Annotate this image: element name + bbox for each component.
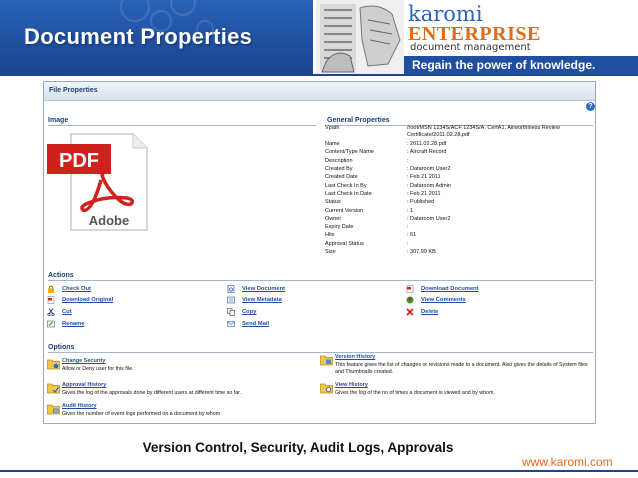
- property-row: Status: Published: [325, 199, 435, 206]
- comments-icon: [406, 296, 414, 304]
- property-row: Current Version: 1: [325, 207, 414, 214]
- property-row: Owner: Dataroom User2: [325, 215, 451, 222]
- rename-icon: [47, 320, 55, 328]
- copy-link[interactable]: Copy: [242, 309, 257, 315]
- download-original-action[interactable]: Download Original: [47, 295, 113, 305]
- document-view-icon: [227, 285, 235, 293]
- help-icon[interactable]: ?: [586, 102, 595, 111]
- footer-bar: [0, 472, 638, 478]
- rename-action[interactable]: Rename: [47, 319, 85, 329]
- actions-rule: [48, 280, 593, 281]
- property-row: Name: 2011.02.28.pdf: [325, 141, 447, 148]
- view-history-link[interactable]: View History: [335, 382, 368, 388]
- file-properties-panel: File Properties ? Image PDF Adobe Genera…: [43, 81, 596, 424]
- cut-link[interactable]: Cut: [62, 309, 72, 315]
- check-out-link[interactable]: Check Out: [62, 286, 91, 292]
- copy-icon: [227, 308, 235, 316]
- approval-folder-icon: [47, 382, 60, 394]
- view-history-option: View History Gives the log of the no of …: [320, 382, 592, 402]
- karomi-logo: karomi ENTERPRISE document management Re…: [404, 0, 638, 74]
- property-row: Approval Status:: [325, 240, 409, 247]
- property-row: Last Check In By: Dataroom Admin: [325, 182, 452, 189]
- mail-icon: [227, 320, 235, 328]
- version-folder-icon: [320, 354, 333, 366]
- image-section-rule: [48, 125, 316, 126]
- audit-history-option: Audit History Gives the number of event …: [47, 403, 317, 423]
- options-title: Options: [48, 344, 75, 351]
- version-history-option: Version History This feature gives the l…: [320, 354, 592, 378]
- brand-subtitle: document management: [410, 42, 531, 53]
- image-section-title: Image: [48, 117, 69, 124]
- view-document-action[interactable]: View Document: [227, 284, 285, 294]
- property-row: Description:: [325, 157, 409, 164]
- view-comments-link[interactable]: View Comments: [421, 297, 466, 303]
- slide-title: Document Properties: [24, 24, 253, 49]
- pdf-original-icon: [47, 296, 55, 304]
- approval-history-option: Approval History Gives the log of the ap…: [47, 382, 317, 402]
- general-properties-title: General Properties: [327, 117, 390, 124]
- send-mail-link[interactable]: Send Mail: [242, 321, 269, 327]
- cut-action[interactable]: Cut: [47, 307, 72, 317]
- property-row: Hits: 61: [325, 232, 417, 239]
- rename-link[interactable]: Rename: [62, 321, 85, 327]
- footer-url[interactable]: www.karomi.com: [522, 455, 613, 469]
- version-history-desc: This feature gives the list of changes o…: [335, 362, 588, 375]
- send-mail-action[interactable]: Send Mail: [227, 319, 269, 329]
- panel-header: File Properties: [44, 82, 595, 101]
- download-document-action[interactable]: Download Document: [406, 284, 479, 294]
- change-security-option: Change Security Allow or Deny user for t…: [47, 358, 317, 378]
- view-document-link[interactable]: View Document: [242, 286, 285, 292]
- delete-link[interactable]: Delete: [421, 309, 438, 315]
- scissors-icon: [47, 308, 55, 317]
- metadata-icon: [227, 296, 235, 304]
- property-row: Expiry Date:: [325, 224, 409, 231]
- properties-table: Vpath/root/MSN 1234S/ACF 1234S/A. CertA1…: [325, 125, 595, 257]
- view-metadata-action[interactable]: View Metadata: [227, 295, 282, 305]
- change-security-link[interactable]: Change Security: [62, 358, 105, 364]
- audit-history-desc: Gives the number of event logs performed…: [62, 411, 222, 417]
- slide-caption: Version Control, Security, Audit Logs, A…: [142, 440, 454, 455]
- view-history-folder-icon: [320, 382, 333, 394]
- delete-action[interactable]: Delete: [406, 307, 438, 317]
- change-security-desc: Allow or Deny user for this file.: [62, 366, 134, 372]
- copy-action[interactable]: Copy: [227, 307, 257, 317]
- security-folder-icon: [47, 358, 60, 370]
- property-row: Last Check In Date: Feb 21 2011: [325, 190, 441, 197]
- svg-text:Adobe: Adobe: [89, 213, 129, 228]
- property-row: Size: 307.99 KB: [325, 249, 436, 256]
- property-row: Created Date: Feb 21 2011: [325, 174, 441, 181]
- actions-title: Actions: [48, 272, 74, 279]
- property-row: Created By: Dataroom User2: [325, 166, 451, 173]
- approval-history-desc: Gives the log of the approvals done by d…: [62, 390, 242, 396]
- approval-history-link[interactable]: Approval History: [62, 382, 106, 388]
- download-document-link[interactable]: Download Document: [421, 286, 479, 292]
- property-row: Content/Type Name: Aircraft Record: [325, 149, 447, 156]
- audit-history-link[interactable]: Audit History: [62, 403, 97, 409]
- version-history-link[interactable]: Version History: [335, 354, 375, 360]
- audit-folder-icon: [47, 403, 60, 415]
- header-divider: [0, 74, 638, 76]
- hands-photo: [316, 0, 404, 74]
- header-banner: Document Properties karomi ENTERPRISE do…: [0, 0, 638, 74]
- property-row: Vpath/root/MSN 1234S/ACF 1234S/A. CertA1…: [325, 125, 560, 138]
- download-original-link[interactable]: Download Original: [62, 297, 113, 303]
- panel-title: File Properties: [49, 87, 98, 94]
- banner-blue-area: Document Properties: [0, 0, 313, 74]
- view-history-desc: Gives the log of the no of times a docum…: [335, 390, 495, 396]
- delete-x-icon: [406, 308, 414, 316]
- check-out-action[interactable]: Check Out: [47, 284, 91, 294]
- lock-icon: [47, 285, 55, 293]
- brand-tagline: Regain the power of knowledge.: [412, 58, 596, 72]
- options-rule: [48, 352, 593, 353]
- view-metadata-link[interactable]: View Metadata: [242, 297, 282, 303]
- pdf-download-icon: [406, 285, 414, 293]
- view-comments-action[interactable]: View Comments: [406, 295, 466, 305]
- svg-text:PDF: PDF: [59, 150, 99, 172]
- pdf-adobe-icon: PDF Adobe: [47, 132, 151, 232]
